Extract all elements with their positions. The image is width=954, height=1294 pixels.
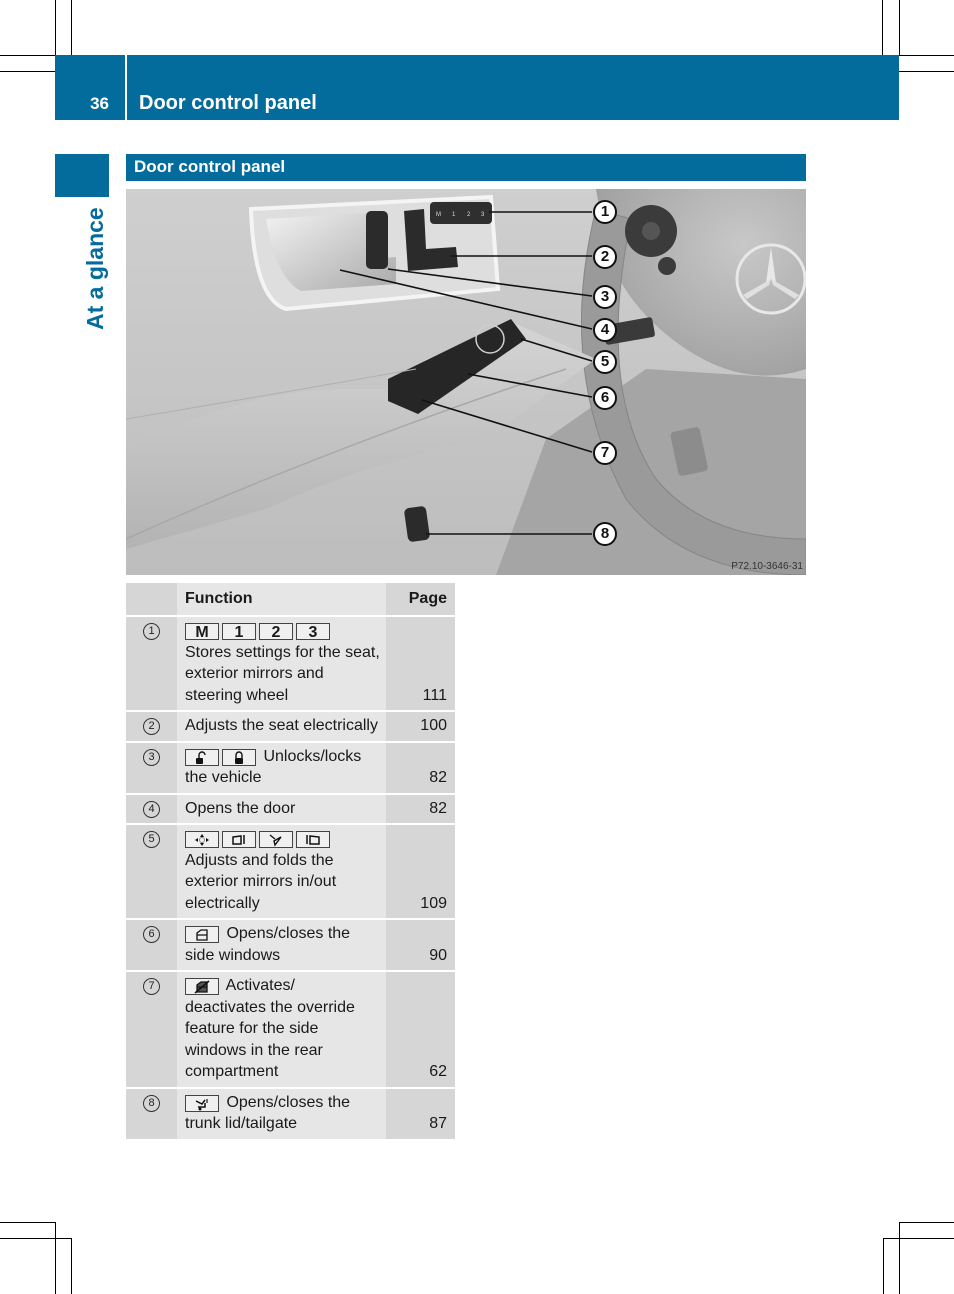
door-panel-illustration: M 1 2 3 1 2 3 4 5 6 7 8 P72.10-3646-31 (126, 189, 806, 575)
side-tab-label: At a glance (82, 207, 108, 330)
mirror-left-icon (222, 831, 256, 848)
row-page[interactable]: 111 (386, 616, 455, 711)
page-number-cell: 36 (55, 55, 125, 120)
figure-code: P72.10-3646-31 (731, 561, 803, 572)
row-number: 7 (143, 978, 160, 995)
row-page[interactable]: 87 (386, 1087, 455, 1140)
row-number: 4 (143, 800, 160, 818)
row-page[interactable]: 62 (386, 971, 455, 1088)
crop-mark (0, 1222, 55, 1223)
callout-7: 7 (593, 441, 617, 465)
callout-4: 4 (593, 318, 617, 342)
callout-6: 6 (593, 386, 617, 410)
row-number: 8 (143, 1094, 160, 1112)
memory-key-m: M (436, 212, 441, 218)
crop-mark (899, 55, 954, 56)
row-page[interactable]: 82 (386, 793, 455, 824)
row-number: 1 (143, 623, 160, 640)
row-function-text: Stores settings for the seat, exterior m… (185, 643, 380, 704)
back-button (658, 257, 676, 275)
table-header-row: Function Page (126, 583, 455, 616)
table-row: 7 Activates/ deactivates the override fe… (126, 971, 455, 1088)
callout-3: 3 (593, 285, 617, 309)
row-number: 3 (143, 748, 160, 766)
side-window-icon (185, 926, 219, 943)
header-number (126, 583, 177, 616)
row-page[interactable]: 82 (386, 741, 455, 794)
row-function-text: Adjusts the seat electrically (185, 717, 378, 734)
table-row: 2 Adjusts the seat electrically 100 (126, 711, 455, 742)
crop-mark (55, 1222, 56, 1294)
trunk-switch (404, 506, 430, 542)
crop-mark (899, 1222, 954, 1223)
mirror-fold-icon (259, 831, 293, 848)
callout-8: 8 (593, 522, 617, 546)
table-row: 8 Opens/closes the trunk lid/tailgate 87 (126, 1087, 455, 1140)
header-divider (125, 55, 127, 120)
row-function-text: Opens the door (185, 799, 296, 817)
mirror-adjust-icon (185, 831, 219, 848)
crop-mark (0, 1238, 71, 1239)
crop-mark (71, 1238, 72, 1294)
mirror-icons (185, 828, 380, 850)
memory-m-key: M (185, 623, 219, 641)
crop-mark (882, 0, 883, 55)
callout-1: 1 (593, 200, 617, 224)
page-number: 36 (90, 94, 109, 113)
section-title: Door control panel (126, 154, 806, 181)
lock-icon (222, 748, 256, 766)
door-panel-drawing: M 1 2 3 (126, 189, 806, 575)
row-page[interactable]: 90 (386, 919, 455, 971)
row-function-text: Adjusts and folds the exterior mirrors i… (185, 851, 337, 912)
table-row: 1 M123 Stores settings for the seat, ext… (126, 616, 455, 711)
page-title: Door control panel (139, 92, 317, 114)
crop-mark (71, 0, 72, 55)
crop-mark (899, 0, 900, 55)
header-page: Page (386, 583, 455, 616)
crop-mark (883, 1238, 884, 1294)
row-number: 6 (143, 926, 160, 943)
rear-window-override-icon (185, 978, 219, 995)
table-row: 4 Opens the door 82 (126, 793, 455, 824)
table-row: 6 Opens/closes the side windows 90 (126, 919, 455, 971)
unlock-icon (185, 748, 219, 766)
callout-2: 2 (593, 245, 617, 269)
crop-mark (899, 71, 954, 72)
crop-mark (55, 0, 56, 55)
memory-keys: M123 (185, 620, 380, 642)
ok-button (642, 222, 660, 240)
memory-3-key: 3 (296, 623, 330, 641)
memory-1-key: 1 (222, 623, 256, 641)
lock-button-pair (366, 211, 388, 269)
header-function: Function (177, 583, 386, 616)
table-row: 3 Unlocks/locks the vehicle 82 (126, 741, 455, 794)
memory-2-key: 2 (259, 623, 293, 641)
table-row: 5 Adjusts and folds the exterior mirrors… (126, 824, 455, 919)
crop-mark (0, 71, 55, 72)
crop-mark (883, 1238, 954, 1239)
mirror-right-icon (296, 831, 330, 848)
function-table: Function Page 1 M123 Stores settings for… (126, 583, 455, 1141)
side-tab-marker (55, 154, 109, 197)
callout-5: 5 (593, 350, 617, 374)
row-number: 5 (143, 831, 160, 848)
row-number: 2 (143, 718, 160, 735)
page-header: 36 Door control panel (55, 55, 899, 120)
row-page[interactable]: 100 (386, 711, 455, 742)
trunk-lid-icon (185, 1094, 219, 1112)
crop-mark (899, 1222, 900, 1294)
row-page[interactable]: 109 (386, 824, 455, 919)
crop-mark (0, 55, 55, 56)
